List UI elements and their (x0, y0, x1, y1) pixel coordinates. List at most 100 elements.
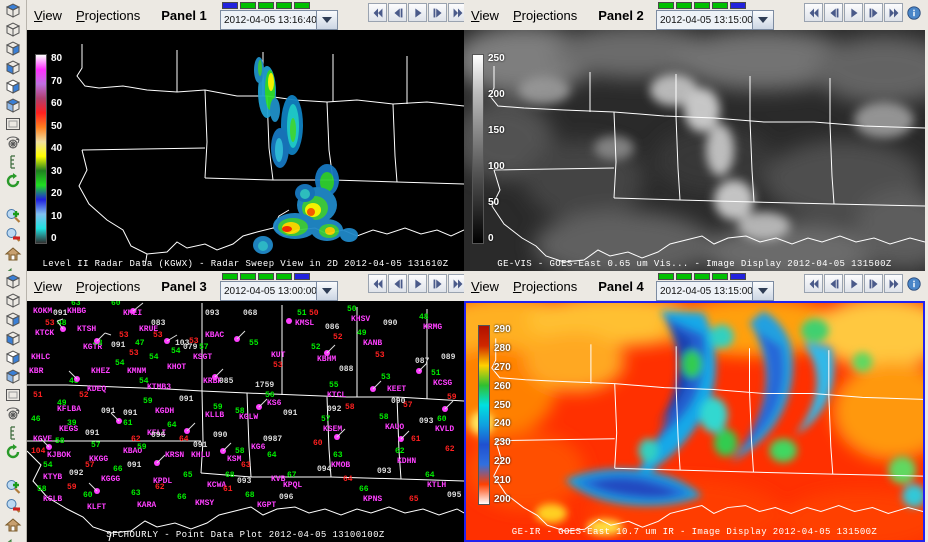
step-back-button[interactable] (824, 3, 843, 22)
view-top-icon[interactable] (0, 309, 25, 328)
first-step-button[interactable] (368, 3, 387, 22)
svg-text:58: 58 (345, 403, 355, 412)
colorbar-label: 0 (488, 233, 494, 244)
svg-text:087: 087 (415, 357, 430, 366)
view-side-icon[interactable] (0, 57, 25, 76)
svg-text:55: 55 (249, 339, 259, 348)
svg-text:091: 091 (127, 461, 142, 470)
last-step-button[interactable] (884, 274, 903, 293)
view-side-icon[interactable] (0, 328, 25, 347)
play-button[interactable] (408, 3, 427, 22)
svg-text:58: 58 (55, 437, 65, 446)
panel-2-time-dropdown[interactable] (752, 10, 774, 30)
menu-projections[interactable]: Projections (69, 279, 147, 294)
menu-view[interactable]: View (27, 8, 69, 23)
panel-3-station-plots: KOKMKHBGKMEI KTCKKTSHKRUE KHLCKGTRKBAC K… (29, 301, 462, 512)
svg-text:KBAC: KBAC (205, 331, 224, 340)
status-square-4 (276, 2, 292, 9)
panel-3-time-dropdown[interactable] (316, 281, 338, 301)
step-back-button[interactable] (388, 3, 407, 22)
zoom-out-icon[interactable] (0, 496, 25, 515)
step-back-button[interactable] (388, 274, 407, 293)
svg-text:091: 091 (53, 309, 68, 318)
first-step-button[interactable] (804, 274, 823, 293)
reset-icon[interactable] (0, 442, 25, 461)
view-3d-icon[interactable] (0, 271, 25, 290)
view-perspective-icon[interactable] (0, 366, 25, 385)
panel-3-time-value: 2012-04-05 13:00:00Z (220, 281, 323, 301)
svg-text:091: 091 (193, 441, 208, 450)
svg-text:091: 091 (85, 429, 100, 438)
svg-text:KTYB: KTYB (43, 473, 62, 482)
back-arrow-icon[interactable] (0, 534, 25, 542)
view-wireframe-icon[interactable] (0, 19, 25, 38)
panel-3-time-combo[interactable]: 2012-04-05 13:00:00Z (220, 281, 338, 301)
panel-1-time-combo[interactable]: 2012-04-05 13:16:40Z (220, 10, 338, 30)
play-button[interactable] (844, 3, 863, 22)
status-square-1 (658, 2, 674, 9)
menu-projections[interactable]: Projections (69, 8, 147, 23)
view-perspective-icon[interactable] (0, 95, 25, 114)
panel-1-display[interactable]: Level II Radar Data (KGWX) - Radar Sweep… (27, 30, 464, 271)
toolbar-separator (0, 190, 26, 206)
vertical-scale-icon[interactable] (0, 423, 25, 442)
home-icon[interactable] (0, 515, 25, 534)
view-flat-icon[interactable] (0, 385, 25, 404)
panel-2-time-control: 2012-04-05 13:15:00Z (656, 2, 774, 30)
view-wireframe-icon[interactable] (0, 290, 25, 309)
panel-2-time-combo[interactable]: 2012-04-05 13:15:00Z (656, 10, 774, 30)
step-back-button[interactable] (824, 274, 843, 293)
zoom-in-icon[interactable] (0, 206, 25, 225)
play-button[interactable] (408, 274, 427, 293)
play-button[interactable] (844, 274, 863, 293)
info-button[interactable] (904, 274, 923, 293)
view-flat-icon[interactable] (0, 114, 25, 133)
svg-text:64: 64 (179, 435, 189, 444)
status-square-3 (258, 2, 274, 9)
view-3d-icon[interactable] (0, 0, 25, 19)
status-square-4 (712, 273, 728, 280)
step-forward-button[interactable] (864, 3, 883, 22)
panel-4-time-dropdown[interactable] (752, 281, 774, 301)
menu-projections[interactable]: Projections (506, 279, 584, 294)
view-front-icon[interactable] (0, 347, 25, 366)
info-button[interactable] (904, 3, 923, 22)
rotate-icon[interactable] (0, 404, 25, 423)
svg-text:KOKM: KOKM (33, 307, 52, 316)
zoom-in-icon[interactable] (0, 477, 25, 496)
vertical-scale-icon[interactable] (0, 152, 25, 171)
menu-view[interactable]: View (464, 279, 506, 294)
first-step-button[interactable] (804, 3, 823, 22)
rotate-icon[interactable] (0, 133, 25, 152)
step-forward-button[interactable] (428, 3, 447, 22)
reset-icon[interactable] (0, 171, 25, 190)
panel-1-time-value: 2012-04-05 13:16:40Z (220, 10, 323, 30)
panel-2-header: View Projections Panel 2 2012-04-05 13:1… (464, 0, 928, 30)
first-step-button[interactable] (368, 274, 387, 293)
svg-text:KANB: KANB (363, 339, 382, 348)
panel-1-status-squares (222, 2, 338, 9)
svg-text:46: 46 (31, 415, 41, 424)
panel-4-time-combo[interactable]: 2012-04-05 13:15:00Z (656, 281, 774, 301)
status-square-4 (712, 2, 728, 9)
last-step-button[interactable] (884, 3, 903, 22)
menu-projections[interactable]: Projections (506, 8, 584, 23)
zoom-out-icon[interactable] (0, 225, 25, 244)
panel-2-display[interactable]: GE-VIS - GOES-East 0.65 um Vis... - Imag… (464, 30, 925, 271)
colorbar-label: 200 (488, 89, 505, 100)
view-top-icon[interactable] (0, 38, 25, 57)
panel-4-display[interactable]: GE-IR - GOES-East 10.7 um IR - Image Dis… (464, 301, 925, 542)
view-front-icon[interactable] (0, 76, 25, 95)
panel-4-satellite-ir (466, 303, 923, 540)
panel-1-time-dropdown[interactable] (316, 10, 338, 30)
step-forward-button[interactable] (428, 274, 447, 293)
step-forward-button[interactable] (864, 274, 883, 293)
svg-text:091: 091 (283, 409, 298, 418)
svg-text:39: 39 (67, 419, 77, 428)
panel-3-display[interactable]: KOKMKHBGKMEI KTCKKTSHKRUE KHLCKGTRKBAC K… (27, 301, 464, 542)
svg-text:61: 61 (411, 435, 421, 444)
menu-view[interactable]: View (27, 279, 69, 294)
menu-view[interactable]: View (464, 8, 506, 23)
status-square-1 (222, 273, 238, 280)
home-icon[interactable] (0, 244, 25, 263)
